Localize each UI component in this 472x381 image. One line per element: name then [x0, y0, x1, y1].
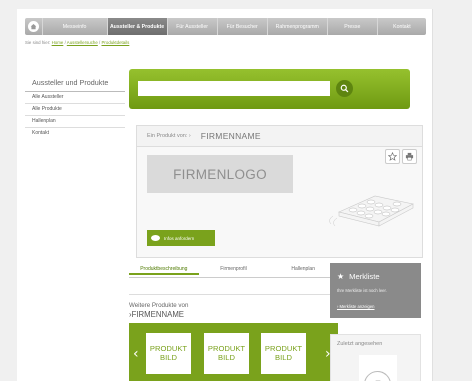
request-info-label: Infos anfordern: [164, 235, 195, 241]
breadcrumb-separator: /: [64, 40, 66, 45]
recently-viewed-panel: Zuletzt angesehen: [330, 334, 421, 381]
merkliste-title: ★ Merkliste: [337, 272, 380, 281]
nav-item-kontakt[interactable]: Kontakt: [376, 18, 426, 35]
bookmark-button[interactable]: [385, 149, 400, 164]
sidebar-item-kontakt[interactable]: Kontakt: [25, 127, 125, 139]
tab-content-divider: [129, 294, 338, 295]
star-icon: ★: [337, 272, 345, 281]
home-button[interactable]: [25, 18, 42, 35]
printer-icon: [405, 152, 414, 161]
recently-viewed-title: Zuletzt angesehen: [337, 341, 383, 347]
recent-item-placeholder[interactable]: [359, 355, 397, 381]
home-icon: [27, 21, 39, 32]
merkliste-show-link[interactable]: › Merkliste anzeigen: [337, 304, 374, 309]
carousel-product-item[interactable]: PRODUKT BILD: [261, 333, 306, 374]
sidebar-item-hallenplan[interactable]: Hallenplan: [25, 115, 125, 127]
nav-item-presse[interactable]: Presse: [326, 18, 377, 35]
sidebar-item-alle-produkte[interactable]: Alle Produkte: [25, 103, 125, 115]
page-edge: [432, 9, 433, 381]
carousel-product-item[interactable]: PRODUKT BILD: [146, 333, 191, 374]
nav-item-aussteller-produkte[interactable]: Aussteller & Produkte: [106, 18, 167, 35]
nav-item-messeinfo[interactable]: Messeinfo: [41, 18, 107, 35]
star-outline-icon: [388, 152, 397, 161]
speech-bubble-icon: [151, 235, 160, 241]
product-tabs: Produktbeschreibung Firmenprofil Hallenp…: [129, 263, 338, 275]
merkliste-empty-text: Ihre Merkliste ist noch leer.: [337, 288, 387, 293]
search-icon: [340, 84, 349, 93]
page-container: Messeinfo Aussteller & Produkte Für Auss…: [17, 9, 432, 381]
chevron-left-icon[interactable]: ‹: [133, 347, 139, 361]
sidebar-item-alle-aussteller[interactable]: Alle Aussteller: [25, 91, 125, 103]
tabs-divider: [129, 277, 338, 278]
nav-item-rahmenprogramm[interactable]: Rahmenprogramm: [266, 18, 327, 35]
company-logo: FIRMENLOGO: [147, 155, 293, 193]
company-name-link[interactable]: FIRMENNAME: [201, 131, 261, 141]
product-image-placeholder-line2: BILD: [218, 352, 235, 362]
breadcrumb-prefix: Sie sind hier:: [25, 40, 51, 45]
camera-icon: [364, 371, 391, 381]
sidebar: Aussteller und Produkte Alle Aussteller …: [25, 69, 125, 139]
nav-item-fuer-besucher[interactable]: Für Besucher: [216, 18, 267, 35]
more-products-heading: Weitere Produkte von ›FIRMENNAME: [129, 301, 188, 319]
product-image-placeholder-line2: BILD: [160, 352, 177, 362]
search-button[interactable]: [336, 80, 353, 97]
tab-produktbeschreibung[interactable]: Produktbeschreibung: [129, 263, 199, 275]
breadcrumb-produktdetails-link[interactable]: Produktdetails: [102, 40, 130, 45]
more-products-title: Weitere Produkte von: [129, 302, 189, 309]
product-card: Ein Produkt von: › FIRMENNAME FIRMENLOGO: [136, 125, 423, 258]
carousel-product-item[interactable]: PRODUKT BILD: [204, 333, 249, 374]
merkliste-panel: ★ Merkliste Ihre Merkliste ist noch leer…: [330, 263, 421, 318]
top-navigation: Messeinfo Aussteller & Produkte Für Auss…: [25, 18, 426, 35]
product-from-label: Ein Produkt von: ›: [147, 133, 191, 139]
more-products-company-link[interactable]: ›FIRMENNAME: [129, 310, 188, 319]
tab-firmenprofil[interactable]: Firmenprofil: [199, 263, 269, 275]
breadcrumb: Sie sind hier: Home / Ausstellersuche / …: [25, 40, 129, 45]
sidebar-title: Aussteller und Produkte: [32, 78, 109, 87]
print-button[interactable]: [402, 149, 417, 164]
search-input[interactable]: [138, 81, 330, 96]
merkliste-title-text: Merkliste: [349, 272, 380, 281]
product-card-header: Ein Produkt von: › FIRMENNAME: [137, 126, 422, 147]
breadcrumb-separator: /: [99, 40, 101, 45]
product-image: [329, 195, 414, 227]
breadcrumb-home-link[interactable]: Home: [52, 40, 64, 45]
product-image-placeholder-line2: BILD: [275, 352, 292, 362]
search-bar: [129, 69, 410, 109]
request-info-button[interactable]: Infos anfordern: [147, 230, 215, 246]
product-carousel: ‹ PRODUKT BILD PRODUKT BILD PRODUKT BILD…: [129, 323, 338, 381]
breadcrumb-ausstellersuche-link[interactable]: Ausstellersuche: [67, 40, 98, 45]
nav-item-fuer-aussteller[interactable]: Für Aussteller: [166, 18, 217, 35]
tab-hallenplan[interactable]: Hallenplan: [268, 263, 338, 275]
